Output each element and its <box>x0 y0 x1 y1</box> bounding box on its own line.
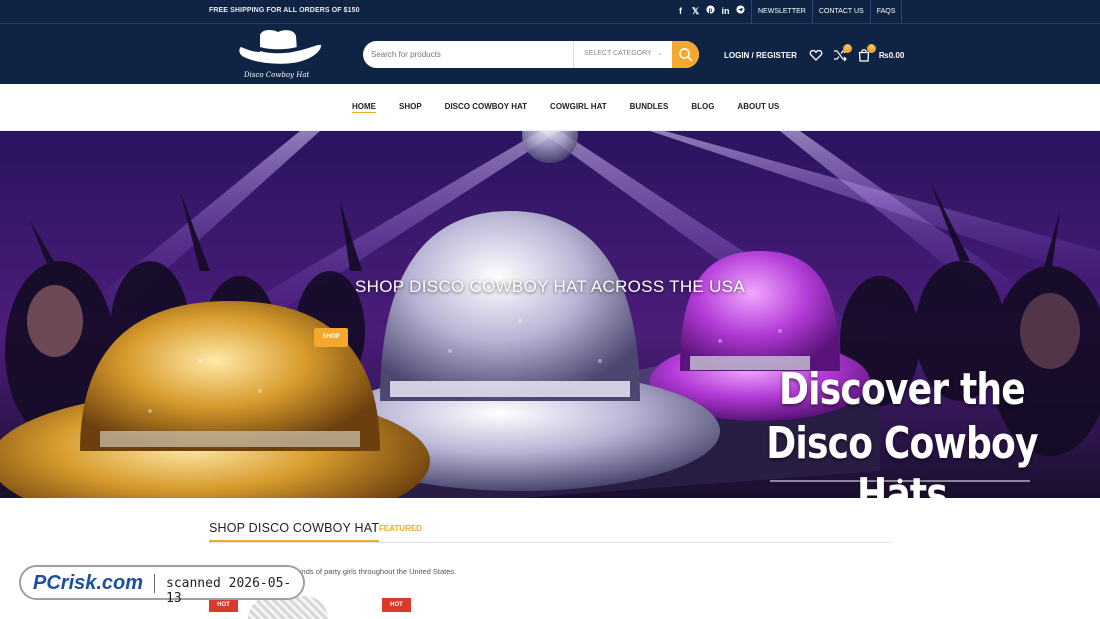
nav-item-home[interactable]: HOME <box>352 102 376 113</box>
hero-headline: SHOP DISCO COWBOY HAT ACROSS THE USA <box>355 277 745 296</box>
top-links: NEWSLETTER CONTACT US FAQS <box>751 0 903 24</box>
site-logo[interactable]: Disco Cowboy Hat <box>236 27 326 81</box>
faqs-link[interactable]: FAQS <box>869 0 903 24</box>
shipping-promo: FREE SHIPPING FOR ALL ORDERS OF $150 <box>209 7 360 14</box>
hero-overlay-line1: Discover the <box>779 364 1026 415</box>
search-bar: SELECT CATEGORY ⌄ <box>363 41 699 68</box>
cowboy-hat-logo-icon <box>239 30 322 64</box>
svg-text:p: p <box>709 7 713 14</box>
pinterest-icon[interactable]: p <box>706 5 715 17</box>
hero-banner: SHOP DISCO COWBOY HAT ACROSS THE USA SHO… <box>0 131 1100 498</box>
heart-icon[interactable] <box>809 48 823 62</box>
compare-count-badge: 0 <box>842 44 852 53</box>
hot-badge: HOT <box>382 598 411 612</box>
header-actions: LOGIN / REGISTER 0 0 ₨0.00 <box>724 44 904 64</box>
cart-total[interactable]: ₨0.00 <box>879 51 904 60</box>
watermark-divider <box>154 574 155 593</box>
nav-item-about-us[interactable]: ABOUT US <box>737 102 779 113</box>
pcrisk-logo: PCrisk.com <box>33 572 144 594</box>
chevron-down-icon: ⌄ <box>657 50 663 57</box>
scan-date: scanned 2026-05-13 <box>166 576 292 606</box>
nav-item-shop[interactable]: SHOP <box>399 102 422 113</box>
category-select[interactable]: SELECT CATEGORY ⌄ <box>573 41 671 68</box>
hero-shop-button[interactable]: SHOP <box>314 328 348 347</box>
nav-item-bundles[interactable]: BUNDLES <box>630 102 669 113</box>
x-icon[interactable]: 𝕏 <box>691 5 700 17</box>
cart-icon[interactable]: 0 <box>857 44 876 62</box>
product-tabs: SHOP DISCO COWBOY HAT FEATURED <box>209 521 891 543</box>
cart-count-badge: 0 <box>866 44 876 53</box>
search-icon <box>679 48 693 62</box>
telegram-icon[interactable] <box>736 5 745 17</box>
linkedin-icon[interactable]: in <box>721 5 730 17</box>
search-input[interactable] <box>371 47 561 62</box>
nav-menu: HOME SHOP DISCO COWBOY HAT COWGIRL HAT B… <box>352 102 802 113</box>
nav-item-cowgirl-hat[interactable]: COWGIRL HAT <box>550 102 607 113</box>
main-header: Disco Cowboy Hat SELECT CATEGORY ⌄ LOGIN… <box>0 24 1100 84</box>
top-bar: FREE SHIPPING FOR ALL ORDERS OF $150 f 𝕏… <box>0 0 1100 24</box>
product-section: SHOP DISCO COWBOY HAT FEATURED owboy hat… <box>0 498 1100 619</box>
hero-overlay-line2: Disco Cowboy Hats <box>766 418 1038 498</box>
category-select-label: SELECT CATEGORY <box>584 50 652 57</box>
nav-item-blog[interactable]: BLOG <box>691 102 714 113</box>
compare-icon[interactable]: 0 <box>833 44 852 62</box>
nav-item-disco-cowboy-hat[interactable]: DISCO COWBOY HAT <box>445 102 527 113</box>
tab-featured[interactable]: FEATURED <box>379 524 422 533</box>
search-button[interactable] <box>672 41 699 68</box>
contact-us-link[interactable]: CONTACT US <box>811 0 870 24</box>
main-nav: HOME SHOP DISCO COWBOY HAT COWGIRL HAT B… <box>0 84 1100 131</box>
page: FREE SHIPPING FOR ALL ORDERS OF $150 f 𝕏… <box>0 0 1100 619</box>
logo-text: Disco Cowboy Hat <box>244 71 310 79</box>
newsletter-link[interactable]: NEWSLETTER <box>751 0 812 24</box>
login-register-link[interactable]: LOGIN / REGISTER <box>724 51 797 60</box>
facebook-icon[interactable]: f <box>676 5 685 17</box>
tab-shop-disco-cowboy-hat[interactable]: SHOP DISCO COWBOY HAT <box>209 521 380 542</box>
pcrisk-watermark: PCrisk.com scanned 2026-05-13 <box>19 565 305 606</box>
social-links: f 𝕏 p in <box>676 5 745 17</box>
